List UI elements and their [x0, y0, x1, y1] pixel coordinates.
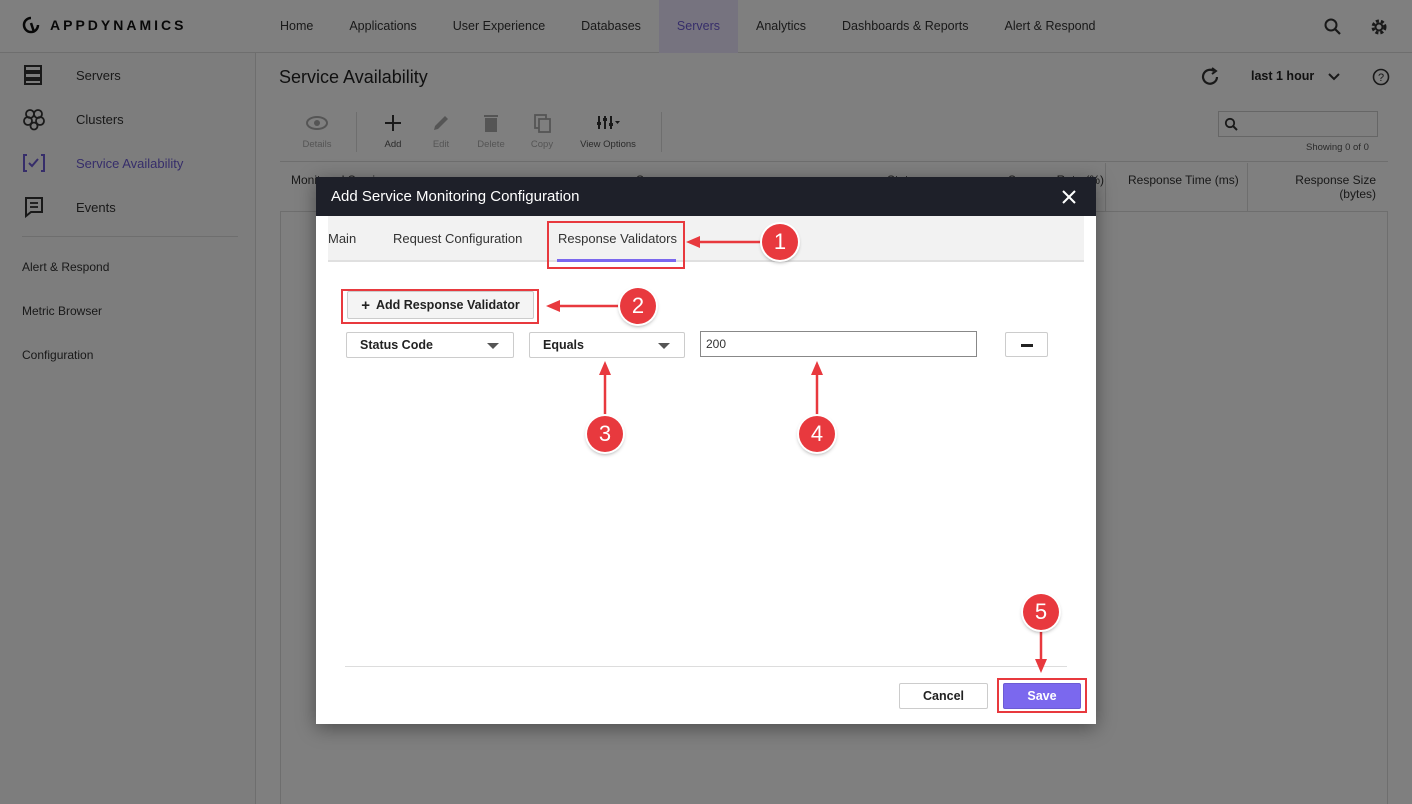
- caret-down-icon: [658, 343, 670, 349]
- highlight-add-response-validator: [341, 289, 539, 324]
- dialog-title: Add Service Monitoring Configuration: [331, 188, 580, 205]
- tab-request-configuration[interactable]: Request Configuration: [393, 231, 522, 246]
- validator-field-select[interactable]: Status Code: [346, 332, 514, 358]
- validator-operator-value: Equals: [543, 338, 584, 352]
- add-service-monitoring-dialog: Add Service Monitoring Configuration Mai…: [316, 177, 1096, 724]
- validator-operator-select[interactable]: Equals: [529, 332, 685, 358]
- callout-4: 4: [799, 416, 835, 452]
- tab-main[interactable]: Main: [328, 231, 356, 246]
- close-icon[interactable]: [1060, 188, 1078, 206]
- dialog-header: Add Service Monitoring Configuration: [316, 177, 1096, 216]
- callout-1: 1: [762, 224, 798, 260]
- dialog-footer-divider: [345, 666, 1067, 667]
- validator-field-value: Status Code: [360, 338, 433, 352]
- callout-3: 3: [587, 416, 623, 452]
- callout-5: 5: [1023, 594, 1059, 630]
- cancel-button[interactable]: Cancel: [899, 683, 988, 709]
- caret-down-icon: [487, 343, 499, 349]
- highlight-response-validators-tab: [547, 221, 685, 269]
- callout-2: 2: [620, 288, 656, 324]
- highlight-save-button: [997, 678, 1087, 713]
- validator-value-input[interactable]: [700, 331, 977, 357]
- remove-validator-button[interactable]: [1005, 332, 1048, 357]
- dialog-tabs: Main Request Configuration Response Vali…: [328, 216, 1084, 262]
